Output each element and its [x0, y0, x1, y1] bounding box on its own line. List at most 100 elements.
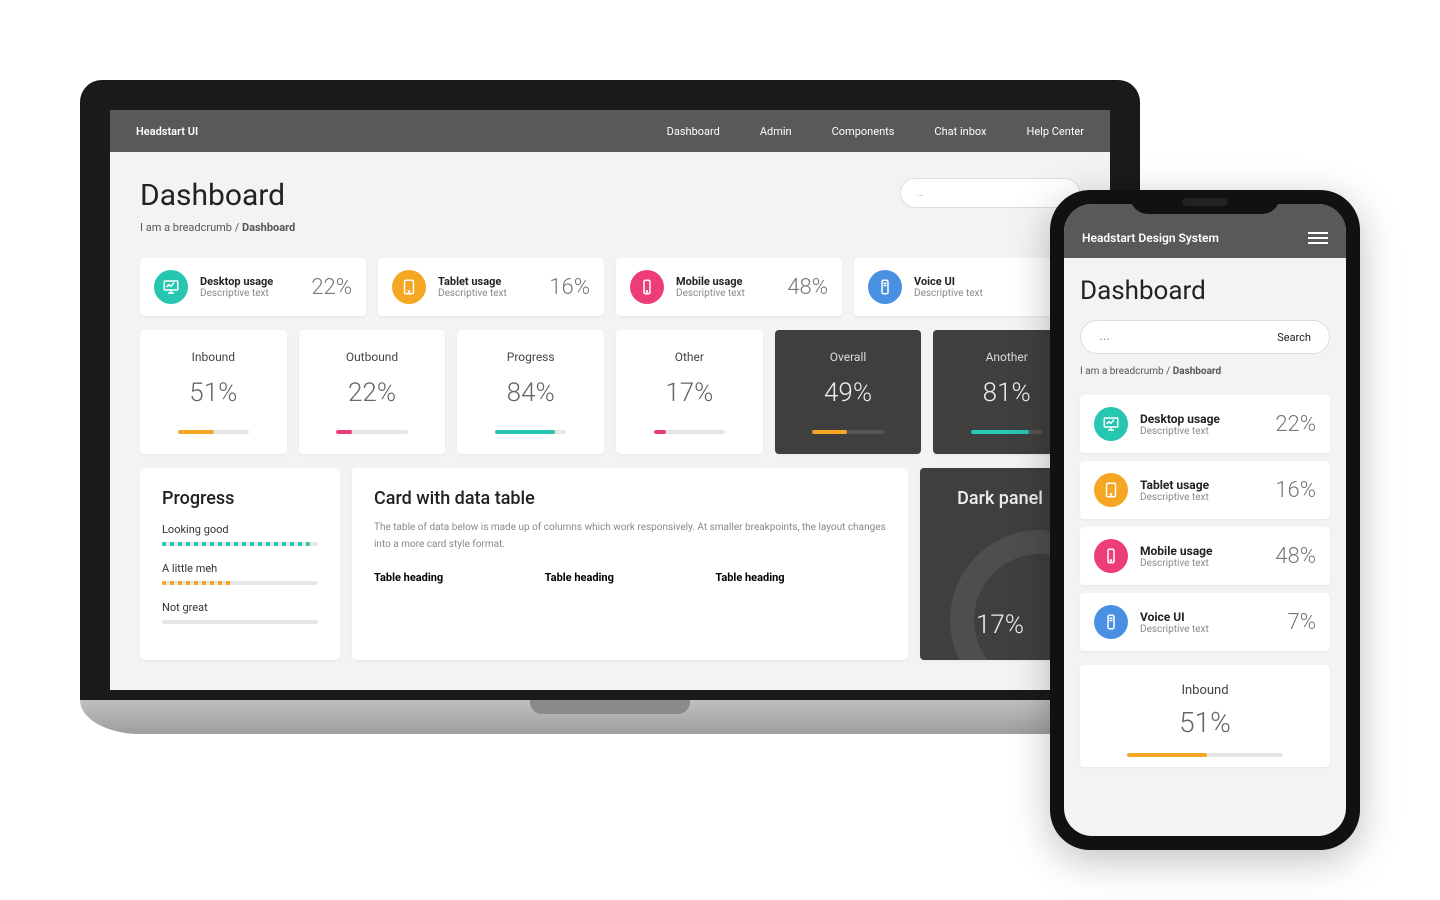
table-heading: Table heading	[715, 571, 886, 584]
progress-item: Not great	[162, 601, 318, 624]
table-heading: Table heading	[545, 571, 716, 584]
breadcrumb-current: Dashboard	[242, 221, 295, 234]
brand-label: Headstart Design System	[1082, 231, 1219, 245]
stat-value: 51%	[1094, 706, 1316, 739]
desktop-body: Dashboard … I am a breadcrumb / Dashboar…	[110, 152, 1110, 686]
laptop-mockup: Headstart UI Dashboard Admin Components …	[80, 80, 1140, 760]
tablet-icon	[1094, 473, 1128, 507]
tablet-icon	[392, 270, 426, 304]
search-field[interactable]	[1099, 331, 1277, 343]
mobile-usage-list: Desktop usageDescriptive text22%Tablet u…	[1080, 395, 1330, 651]
usage-desc: Descriptive text	[438, 288, 537, 299]
nav-dashboard[interactable]: Dashboard	[667, 125, 720, 138]
usage-desc: Descriptive text	[1140, 492, 1263, 503]
table-head: Table heading Table heading Table headin…	[374, 571, 886, 584]
search-input[interactable]: …	[900, 178, 1080, 208]
search-button[interactable]: Search	[1277, 331, 1311, 344]
stat-row: Inbound 51% Outbound22%Progress84% Other 17%…	[140, 330, 1080, 454]
usage-title: Tablet usage	[438, 275, 537, 288]
progress-bar	[654, 430, 725, 434]
usage-desc: Descriptive text	[914, 288, 1054, 299]
usage-title: Desktop usage	[1140, 412, 1263, 426]
usage-title: Desktop usage	[200, 275, 299, 288]
progress-bar	[336, 430, 407, 434]
progress-bar	[178, 430, 249, 434]
progress-item: A little meh	[162, 562, 318, 585]
usage-card[interactable]: Tablet usageDescriptive text 16%	[1080, 461, 1330, 519]
nav-admin[interactable]: Admin	[760, 125, 792, 138]
usage-meta: Desktop usageDescriptive text	[1140, 412, 1263, 437]
menu-icon[interactable]	[1308, 232, 1328, 244]
usage-title: Mobile usage	[1140, 544, 1263, 558]
usage-title: Tablet usage	[1140, 478, 1263, 492]
desktop-icon	[154, 270, 188, 304]
breadcrumb: I am a breadcrumb / Dashboard	[140, 221, 1080, 234]
usage-card-mobile[interactable]: Mobile usage Descriptive text 48%	[616, 258, 842, 316]
usage-pct: 16%	[549, 275, 590, 300]
usage-meta: Voice UI Descriptive text	[914, 275, 1054, 299]
usage-pct: 22%	[1275, 412, 1316, 437]
panel-title: Dark panel	[957, 488, 1043, 509]
nav-chat-inbox[interactable]: Chat inbox	[934, 125, 986, 138]
breadcrumb-current: Dashboard	[1173, 366, 1221, 377]
usage-meta: Mobile usageDescriptive text	[1140, 544, 1263, 569]
usage-pct: 7%	[1288, 610, 1316, 635]
stat-value: 81%	[947, 378, 1066, 408]
usage-meta: Voice UIDescriptive text	[1140, 610, 1276, 635]
progress-bar	[1127, 753, 1282, 757]
usage-pct: 16%	[1275, 478, 1316, 503]
usage-pct: 48%	[787, 275, 828, 300]
phone-camera	[1182, 198, 1228, 206]
progress-bar	[162, 620, 318, 624]
usage-meta: Tablet usage Descriptive text	[438, 275, 537, 299]
progress-bar	[162, 542, 318, 546]
phone-mockup: Headstart Design System Dashboard Search…	[1050, 190, 1360, 850]
mobile-icon	[630, 270, 664, 304]
phone-screen: Headstart Design System Dashboard Search…	[1064, 204, 1346, 836]
stat-card[interactable]: Other 17%	[616, 330, 763, 454]
progress-label: Not great	[162, 601, 318, 614]
usage-card[interactable]: Voice UIDescriptive text 7%	[1080, 593, 1330, 651]
stat-label: Inbound	[154, 350, 273, 364]
mobile-inbound-card[interactable]: Inbound 51%	[1080, 665, 1330, 767]
stat-value: 22%	[313, 378, 432, 408]
usage-desc: Descriptive text	[676, 288, 775, 299]
usage-meta: Desktop usage Descriptive text	[200, 275, 299, 299]
search-input[interactable]: Search	[1080, 320, 1330, 354]
progress-bar	[812, 430, 883, 434]
top-nav: Dashboard Admin Components Chat inbox He…	[667, 125, 1084, 138]
stat-label: Progress	[471, 350, 590, 364]
progress-bar	[162, 581, 318, 585]
usage-desc: Descriptive text	[200, 288, 299, 299]
usage-meta: Mobile usage Descriptive text	[676, 275, 775, 299]
stat-card[interactable]: Outbound22%	[299, 330, 446, 454]
usage-row: Desktop usage Descriptive text 22% Table…	[140, 258, 1080, 316]
laptop-trackpad-notch	[530, 700, 690, 714]
usage-card[interactable]: Desktop usageDescriptive text 22%	[1080, 395, 1330, 453]
stat-card[interactable]: Progress84%	[457, 330, 604, 454]
stat-value: 51%	[154, 378, 273, 408]
stat-card[interactable]: Overall49%	[775, 330, 922, 454]
stat-value: 17%	[630, 378, 749, 408]
usage-title: Voice UI	[1140, 610, 1276, 624]
usage-card-desktop[interactable]: Desktop usage Descriptive text 22%	[140, 258, 366, 316]
progress-label: Looking good	[162, 523, 318, 536]
progress-bar	[971, 430, 1042, 434]
voice-icon	[1094, 605, 1128, 639]
stat-label: Other	[630, 350, 749, 364]
brand-label: Headstart UI	[136, 125, 198, 138]
usage-card-tablet[interactable]: Tablet usage Descriptive text 16%	[378, 258, 604, 316]
breadcrumb-prefix[interactable]: I am a breadcrumb /	[140, 221, 242, 234]
desktop-topbar: Headstart UI Dashboard Admin Components …	[110, 110, 1110, 152]
nav-help-center[interactable]: Help Center	[1027, 125, 1085, 138]
nav-components[interactable]: Components	[832, 125, 895, 138]
page-title: Dashboard	[1080, 276, 1330, 306]
stat-card[interactable]: Inbound 51%	[140, 330, 287, 454]
usage-card-voice[interactable]: Voice UI Descriptive text	[854, 258, 1080, 316]
voice-icon	[868, 270, 902, 304]
desktop-icon	[1094, 407, 1128, 441]
usage-meta: Tablet usageDescriptive text	[1140, 478, 1263, 503]
usage-card[interactable]: Mobile usageDescriptive text48%	[1080, 527, 1330, 585]
breadcrumb-prefix[interactable]: I am a breadcrumb /	[1080, 366, 1173, 377]
laptop-bezel: Headstart UI Dashboard Admin Components …	[80, 80, 1140, 700]
